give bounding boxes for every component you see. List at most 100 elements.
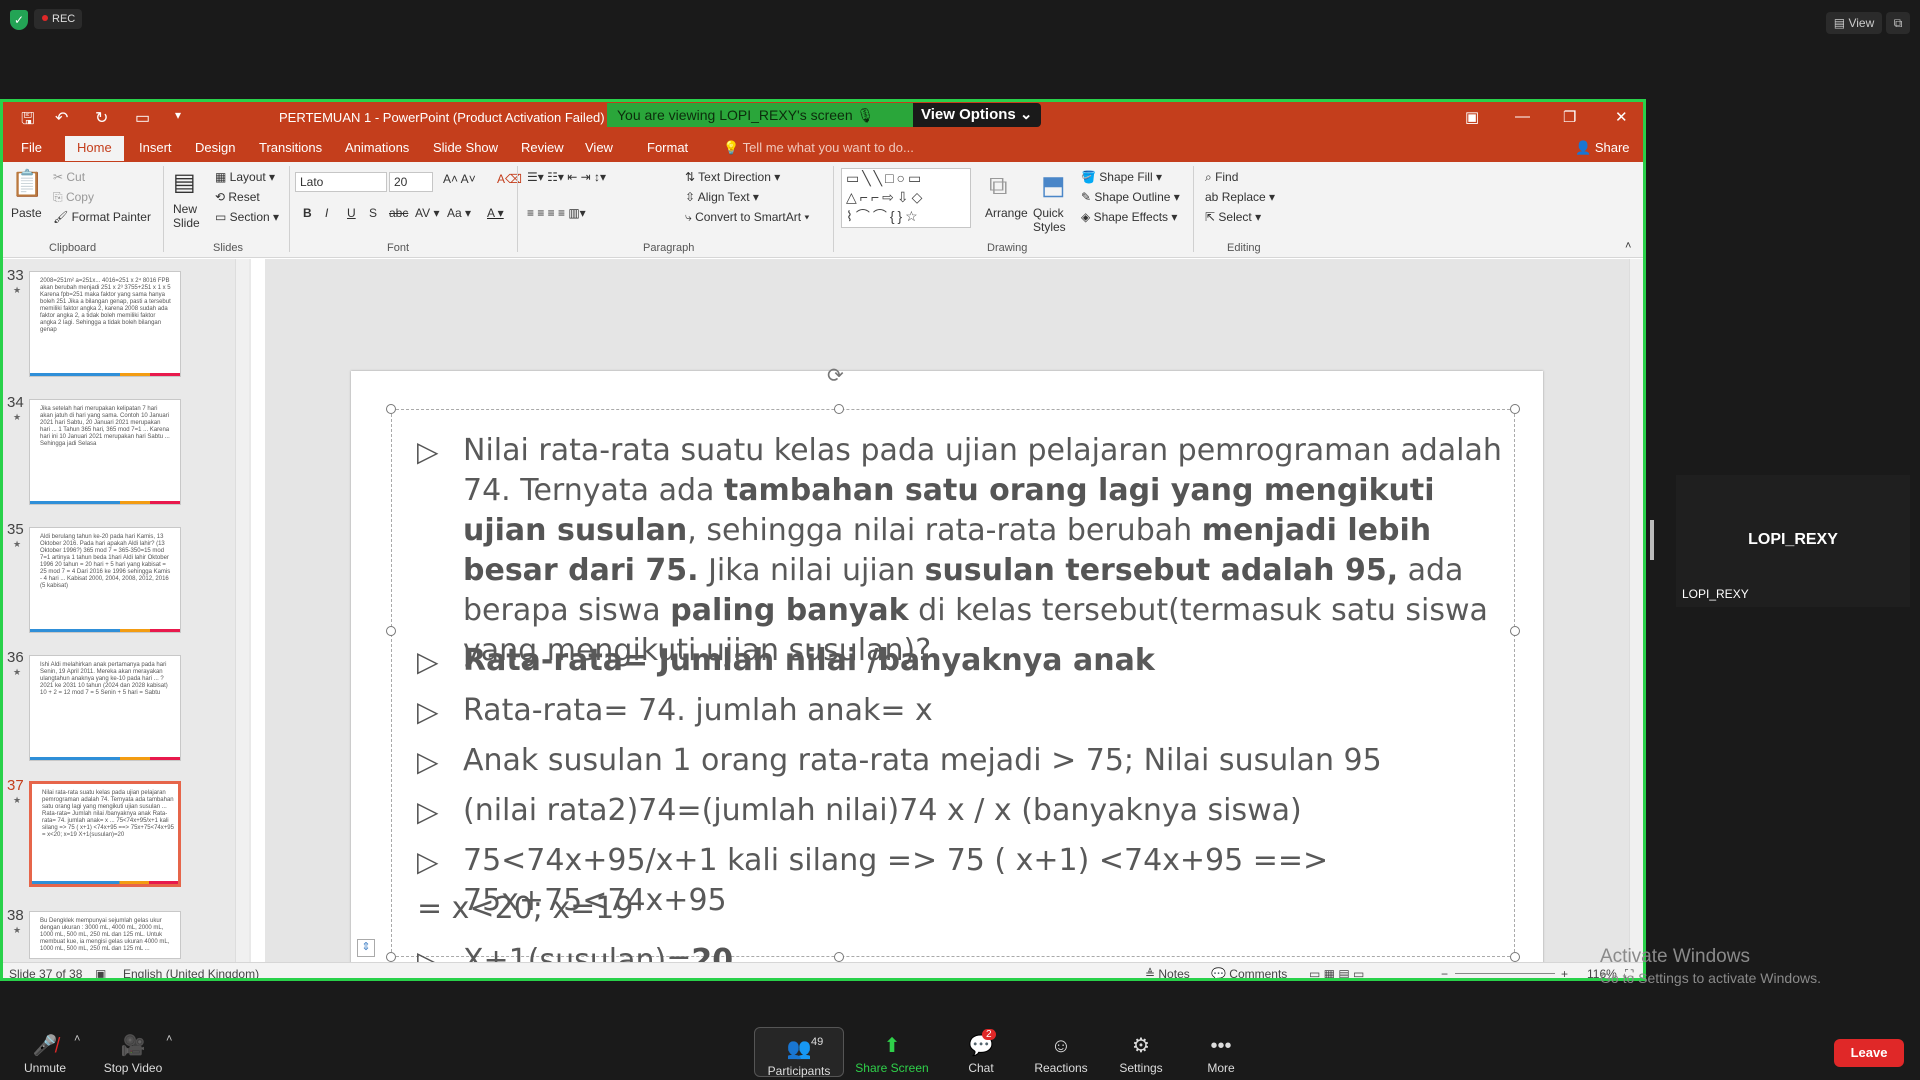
slide-thumbnail-selected[interactable]: Nilai rata-rata suatu kelas pada ujian p… (29, 781, 181, 887)
security-shield-icon[interactable]: ✓ (10, 10, 28, 30)
new-slide-icon[interactable]: ▤ (173, 168, 196, 197)
resize-handle[interactable] (386, 626, 396, 636)
normal-view-icon[interactable]: ▭ ▦ ▤ ▭ (1309, 967, 1364, 978)
leave-button[interactable]: Leave (1834, 1039, 1904, 1067)
text-direction-button[interactable]: ⇅ Text Direction ▾ (685, 170, 780, 184)
spell-check-icon[interactable]: ▣ (95, 967, 106, 978)
window-mode-icon[interactable]: ⧉ (1886, 12, 1910, 34)
align-text-button[interactable]: ⇳ Align Text ▾ (685, 190, 759, 204)
tab-slide-show[interactable]: Slide Show (433, 140, 498, 155)
arrange-button[interactable]: Arrange (985, 206, 1028, 220)
comments-button[interactable]: 💬 Comments (1211, 967, 1287, 978)
italic-icon[interactable]: I (325, 206, 328, 220)
slide-thumbnail[interactable]: Bu Dengklek mempunyai sejumlah gelas uku… (29, 911, 181, 959)
more-button[interactable]: ••• More (1176, 1025, 1266, 1075)
font-name-combo[interactable]: Lato (295, 172, 387, 192)
zoom-out-icon[interactable]: − (1441, 967, 1448, 978)
quick-styles-icon[interactable]: ⬒ (1041, 170, 1066, 201)
settings-button[interactable]: ⚙ Settings (1096, 1025, 1186, 1075)
convert-smartart-button[interactable]: ⤷ Convert to SmartArt ▾ (685, 210, 809, 225)
zoom-slider[interactable] (1455, 973, 1555, 974)
layout-button[interactable]: ▦ Layout ▾ (215, 170, 275, 184)
format-painter-button[interactable]: 🖌 Format Painter (53, 210, 151, 224)
bold-icon[interactable]: B (303, 206, 312, 220)
resize-handle[interactable] (1510, 404, 1520, 414)
tab-transitions[interactable]: Transitions (259, 140, 322, 155)
ribbon-display-icon[interactable]: ▣ (1465, 108, 1479, 126)
notes-button[interactable]: ≜ Notes (1145, 967, 1190, 978)
tab-view[interactable]: View (585, 140, 613, 155)
new-slide-button[interactable]: New Slide (173, 202, 213, 230)
stop-video-button[interactable]: 🎥 Stop Video (88, 1025, 178, 1075)
thumbnail-scrollbar[interactable] (235, 259, 249, 962)
tab-design[interactable]: Design (195, 140, 235, 155)
restore-icon[interactable]: ❐ (1563, 108, 1576, 126)
reset-button[interactable]: ⟲ Reset (215, 190, 260, 204)
cut-button[interactable]: ✂ Cut (53, 170, 85, 184)
tab-format[interactable]: Format (647, 140, 688, 155)
reactions-button[interactable]: ☺ Reactions (1016, 1025, 1106, 1075)
clear-formatting-icon[interactable]: A⌫ (497, 172, 522, 186)
slide-thumbnail[interactable]: 2008=251m² a=251x... 4016=251 x 2⁴ 8016 … (29, 271, 181, 377)
arrange-icon[interactable]: ⧉ (989, 170, 1008, 202)
character-spacing-icon[interactable]: AV ▾ (415, 206, 439, 220)
close-icon[interactable]: ✕ (1615, 108, 1628, 126)
view-options-button[interactable]: View Options ⌄ (913, 103, 1041, 127)
save-icon[interactable]: 🖫 (21, 108, 35, 135)
audio-options-chevron-icon[interactable]: ˄ (74, 1033, 80, 1045)
canvas-scrollbar[interactable] (1629, 259, 1643, 962)
minimize-icon[interactable]: — (1515, 108, 1530, 125)
alignment-icons[interactable]: ≡ ≡ ≡ ≡ ▥▾ (527, 206, 586, 220)
shadow-icon[interactable]: S (369, 206, 377, 220)
shape-outline-button[interactable]: ✎ Shape Outline ▾ (1081, 190, 1180, 204)
panel-resize-handle[interactable] (1650, 520, 1654, 560)
strikethrough-icon[interactable]: abc (389, 206, 408, 220)
bullets-icon[interactable]: ☰▾ ☷▾ ⇤ ⇥ ↕▾ (527, 170, 606, 184)
participant-video-tile[interactable]: LOPI_REXY LOPI_REXY (1676, 475, 1910, 607)
autofit-options-icon[interactable]: ⇕ (357, 939, 375, 957)
select-button[interactable]: ⇱ Select ▾ (1205, 210, 1261, 224)
video-options-chevron-icon[interactable]: ˄ (166, 1033, 172, 1045)
tab-file[interactable]: File (21, 140, 42, 155)
tell-me-search[interactable]: 💡 Tell me what you want to do... (723, 140, 914, 156)
participants-button[interactable]: 👥 Participants 49 (754, 1027, 844, 1078)
font-size-combo[interactable]: 20 (389, 172, 433, 192)
resize-handle[interactable] (386, 952, 396, 962)
resize-handle[interactable] (386, 404, 396, 414)
tab-review[interactable]: Review (521, 140, 564, 155)
font-color-icon[interactable]: A ▾ (487, 206, 504, 220)
replace-button[interactable]: ab Replace ▾ (1205, 190, 1275, 204)
slide-thumbnail[interactable]: Aldi berulang tahun ke-20 pada hari Kami… (29, 527, 181, 633)
zoom-in-icon[interactable]: + (1561, 967, 1568, 978)
copy-button[interactable]: ⎘ Copy (53, 190, 94, 205)
tab-animations[interactable]: Animations (345, 140, 409, 155)
view-button[interactable]: ▤ View (1826, 12, 1882, 34)
resize-handle[interactable] (834, 404, 844, 414)
grow-font-icon[interactable]: A˄ A˅ (443, 172, 476, 186)
quick-styles-button[interactable]: Quick Styles (1033, 206, 1071, 234)
paste-button[interactable]: Paste (11, 206, 42, 220)
rotate-handle-icon[interactable]: ⟳ (827, 363, 844, 388)
collapse-ribbon-icon[interactable]: ˄ (1625, 240, 1631, 252)
section-button[interactable]: ▭ Section ▾ (215, 210, 279, 224)
share-button[interactable]: 👤 Share (1575, 140, 1630, 156)
slide-thumbnail[interactable]: Jika setelah hari merupakan kelipatan 7 … (29, 399, 181, 505)
tab-home[interactable]: Home (65, 136, 124, 161)
redo-icon[interactable]: ↻ (95, 108, 108, 128)
shape-fill-button[interactable]: 🪣 Shape Fill ▾ (1081, 170, 1162, 184)
undo-icon[interactable]: ↶ (55, 108, 68, 128)
tab-insert[interactable]: Insert (139, 140, 172, 155)
shape-effects-button[interactable]: ◈ Shape Effects ▾ (1081, 210, 1177, 224)
share-screen-button[interactable]: ⬆ Share Screen (847, 1025, 937, 1075)
language-indicator[interactable]: English (United Kingdom) (123, 967, 259, 978)
paste-icon[interactable]: 📋 (11, 168, 43, 199)
chat-button[interactable]: 💬 Chat 2 (936, 1025, 1026, 1075)
slide-thumbnail[interactable]: Ishi Aldi melahirkan anak pertamanya pad… (29, 655, 181, 761)
change-case-icon[interactable]: Aa ▾ (447, 206, 471, 220)
present-icon[interactable]: ▭ (135, 108, 150, 128)
slide[interactable]: ⟳ ▷ Nilai rata-rata suatu kelas pada uji… (351, 365, 1543, 978)
find-button[interactable]: ⌕ Find (1205, 170, 1238, 185)
underline-icon[interactable]: U (347, 206, 356, 220)
customize-quick-access-icon[interactable]: ▾ (175, 108, 181, 122)
shapes-gallery[interactable]: ▭╲╲□○▭ △⌐⌐⇨⇩◇ ⌇⌒⌒{}☆ (841, 168, 971, 228)
